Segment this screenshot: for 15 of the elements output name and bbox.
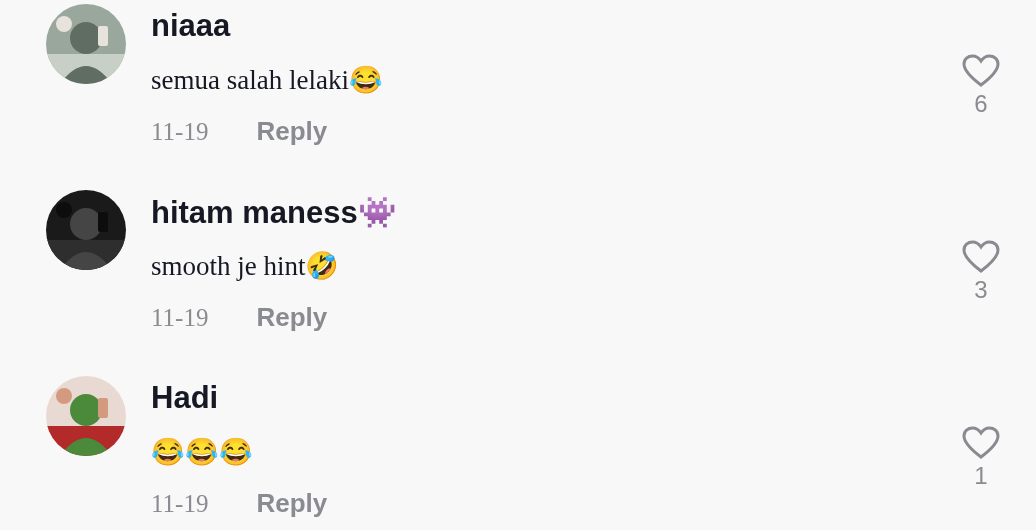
like-count: 1 — [974, 462, 988, 490]
comment-text: 😂😂😂 — [151, 436, 253, 468]
comment-date: 11-19 — [151, 117, 209, 146]
heart-icon[interactable] — [962, 426, 1000, 460]
like-count: 6 — [974, 90, 988, 118]
like-count: 3 — [974, 276, 988, 304]
comment-text: smooth je hint🤣 — [151, 250, 340, 282]
comment-date: 11-19 — [151, 489, 209, 518]
comment-text: semua salah lelaki😂 — [151, 64, 383, 96]
username[interactable]: Hadi — [151, 380, 219, 422]
username[interactable]: hitam maness👾 — [151, 194, 397, 236]
heart-icon[interactable] — [962, 240, 1000, 274]
comment-date: 11-19 — [151, 303, 209, 332]
username[interactable]: niaaa — [151, 8, 231, 50]
heart-icon[interactable] — [962, 54, 1000, 88]
